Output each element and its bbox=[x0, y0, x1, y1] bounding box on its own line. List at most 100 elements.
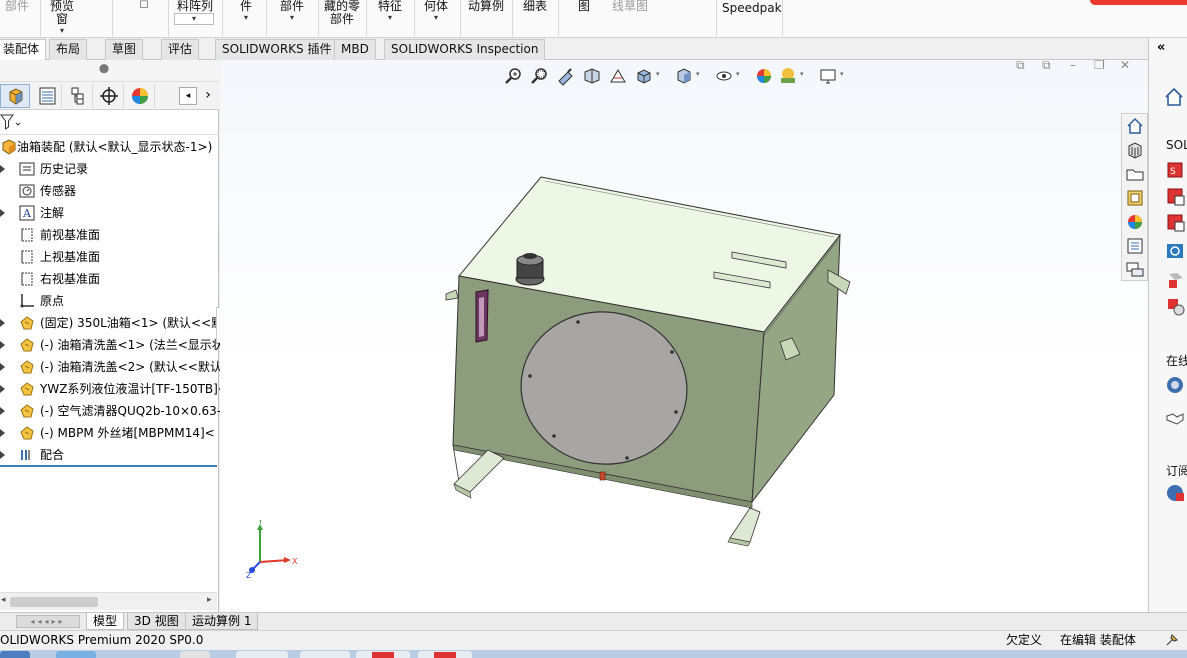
property-manager-tab[interactable] bbox=[32, 84, 62, 108]
part-icon bbox=[20, 382, 34, 396]
tab-model[interactable]: 模型 bbox=[86, 613, 125, 630]
new-document-icon[interactable]: S bbox=[1165, 160, 1187, 182]
ribbon-button-bom[interactable]: 细表 bbox=[520, 0, 550, 13]
command-ribbon: 部件 预览窗▾ 预览窗预览窗预览窗预览窗预览窗预览窗 预览窗 预览窗预览窗 预览… bbox=[0, 0, 1187, 38]
bottom-tabs-bar: ◂◂◂▸▸ 模型 3D 视图 运动算例 1 bbox=[0, 612, 1187, 630]
open-document-icon[interactable] bbox=[1165, 186, 1187, 208]
ribbon-button-speedpak[interactable]: Speedpak bbox=[722, 0, 782, 15]
partner-handshake-icon[interactable] bbox=[1165, 406, 1187, 428]
forum-icon[interactable] bbox=[1125, 260, 1145, 280]
tab-sketch[interactable]: 草图 bbox=[105, 39, 144, 60]
os-taskbar bbox=[0, 650, 1187, 658]
plane-icon bbox=[21, 250, 33, 264]
dimxpert-tab[interactable] bbox=[94, 84, 124, 108]
graphics-area[interactable]: ▾ ▾ ▾ ▾ ▾ ⧉ ⧉ – ❐ ✕ Y X Z bbox=[220, 60, 1148, 612]
scrollbar-thumb[interactable] bbox=[10, 597, 98, 607]
ribbon-button-motion-study[interactable]: 动算例 bbox=[466, 0, 506, 13]
tab-scroll-left[interactable]: ◂ bbox=[179, 87, 197, 105]
download-icon[interactable] bbox=[1165, 270, 1187, 292]
task-pane-section-online: 在线 bbox=[1166, 354, 1187, 368]
solidworks-window: 部件 预览窗▾ 预览窗预览窗预览窗预览窗预览窗预览窗 预览窗 预览窗预览窗 预览… bbox=[0, 0, 1187, 658]
ribbon-button-hidden-parts[interactable]: 藏的零 部件 bbox=[322, 0, 362, 26]
view-palette-icon[interactable] bbox=[1125, 188, 1145, 208]
triad-x-label: X bbox=[292, 557, 298, 566]
tree-rollback-bar[interactable] bbox=[0, 465, 217, 467]
taskbar-start-icon[interactable] bbox=[0, 651, 30, 658]
assembly-icon bbox=[2, 139, 16, 155]
taskbar-app-icon[interactable] bbox=[300, 651, 350, 658]
tab-mbd[interactable]: MBD bbox=[334, 39, 376, 60]
taskbar-solidworks-icon[interactable] bbox=[356, 651, 410, 658]
property-manager-icon bbox=[39, 87, 56, 105]
home-icon[interactable] bbox=[1125, 116, 1145, 136]
tab-scroll-right[interactable]: › bbox=[199, 87, 217, 105]
mates-icon bbox=[21, 450, 30, 460]
configuration-manager-tab[interactable] bbox=[63, 84, 93, 108]
ribbon-button-feature[interactable]: 特征 ▾ bbox=[374, 0, 406, 23]
tab-3d-views[interactable]: 3D 视图 bbox=[127, 613, 186, 630]
task-pane-section-solidworks: SOLI bbox=[1166, 138, 1187, 152]
origin-icon bbox=[20, 294, 34, 308]
online-resource-icon[interactable] bbox=[1165, 374, 1187, 396]
tab-evaluate[interactable]: 评估 bbox=[161, 39, 200, 60]
ribbon-button-geometry[interactable]: 何体 ▾ bbox=[420, 0, 452, 23]
tab-addins[interactable]: SOLIDWORKS 插件 bbox=[215, 39, 339, 60]
tree-filter[interactable] bbox=[0, 110, 219, 135]
taskbar-app-icon[interactable] bbox=[56, 651, 96, 658]
filter-icon bbox=[0, 114, 21, 130]
task-pane: « SOLI S 在线 订阅 bbox=[1148, 38, 1187, 612]
taskbar-solidworks-icon-2[interactable] bbox=[418, 651, 472, 658]
tab-layout[interactable]: 布局 bbox=[49, 39, 88, 60]
configuration-manager-icon bbox=[71, 87, 84, 105]
svg-text:S: S bbox=[1170, 167, 1176, 177]
ribbon-button-1[interactable]: 预览窗 ▾ bbox=[48, 0, 76, 36]
preview-window-label-main: 预览窗☐ bbox=[139, 0, 149, 11]
tree-horizontal-scrollbar[interactable]: ◂ ▸ bbox=[0, 592, 217, 610]
triad-y-label: Y bbox=[257, 520, 263, 526]
refresh-icon[interactable] bbox=[1165, 240, 1187, 262]
command-manager-tabs: 装配体 布局 草图 评估 SOLIDWORKS 插件 MBD SOLIDWORK… bbox=[0, 38, 1187, 61]
ribbon-button-view[interactable]: 图 bbox=[574, 0, 594, 13]
panel-grip[interactable]: ⬤ bbox=[0, 60, 219, 82]
plane-icon bbox=[21, 272, 33, 286]
plane-icon bbox=[21, 228, 33, 242]
feature-tree: 油箱装配 (默认<默认_显示状态-1>) 历史记录 传感器 A 注解 前视基准面… bbox=[0, 136, 228, 471]
ribbon-button-0[interactable]: 部件 bbox=[2, 0, 32, 13]
feature-tree-tab[interactable] bbox=[0, 84, 30, 108]
ribbon-button-sketch-line[interactable]: 线草图 bbox=[610, 0, 650, 13]
collapse-pane-icon[interactable]: « bbox=[1157, 40, 1165, 55]
annotation-icon: A bbox=[19, 205, 35, 221]
ribbon-button-4[interactable]: 部件 ▾ bbox=[278, 0, 306, 23]
color-wheel-icon bbox=[132, 88, 148, 104]
display-manager-tab[interactable] bbox=[125, 84, 155, 108]
status-undefined[interactable]: 欠定义 bbox=[1006, 631, 1042, 650]
taskbar-app-icon[interactable] bbox=[180, 651, 210, 658]
status-editing: 在编辑 装配体 bbox=[1060, 633, 1136, 647]
taskbar-app-icon[interactable] bbox=[236, 651, 288, 658]
tab-inspection[interactable]: SOLIDWORKS Inspection bbox=[384, 39, 546, 60]
custom-properties-icon[interactable] bbox=[1125, 236, 1145, 256]
part-icon bbox=[20, 404, 34, 418]
part-icon bbox=[20, 316, 34, 330]
feature-manager-panel: ⬤ ◂ › 油箱装配 (默认<默认_显示状态-1>) 历史记录 传感器 A 注解… bbox=[0, 60, 228, 612]
home-icon[interactable] bbox=[1163, 86, 1185, 108]
open-recent-icon[interactable] bbox=[1165, 212, 1187, 234]
design-library-icon[interactable] bbox=[1125, 140, 1145, 160]
feature-tree-icon bbox=[9, 88, 23, 105]
customize-status-icon[interactable] bbox=[1164, 632, 1180, 648]
task-pane-section-subscription: 订阅 bbox=[1166, 464, 1187, 478]
triad-z-label: Z bbox=[246, 571, 252, 580]
part-icon bbox=[20, 338, 34, 352]
tank-model[interactable] bbox=[220, 60, 1148, 612]
status-bar: OLIDWORKS Premium 2020 SP0.0 欠定义 在编辑 装配体 bbox=[0, 630, 1187, 650]
tab-navigation-arrows[interactable]: ◂◂◂▸▸ bbox=[16, 615, 80, 628]
appearances-icon[interactable] bbox=[1125, 212, 1145, 232]
reference-triad[interactable]: Y X Z bbox=[246, 520, 306, 580]
subscription-icon[interactable] bbox=[1165, 482, 1187, 504]
ribbon-button-3[interactable]: 件 ▾ bbox=[232, 0, 260, 23]
tab-assembly[interactable]: 装配体 bbox=[0, 39, 47, 61]
community-icon[interactable] bbox=[1165, 296, 1187, 318]
tab-motion-study[interactable]: 运动算例 1 bbox=[185, 613, 259, 630]
file-explorer-icon[interactable] bbox=[1125, 164, 1145, 184]
ribbon-button-pattern[interactable]: 料阵列 ▾ bbox=[174, 0, 216, 25]
